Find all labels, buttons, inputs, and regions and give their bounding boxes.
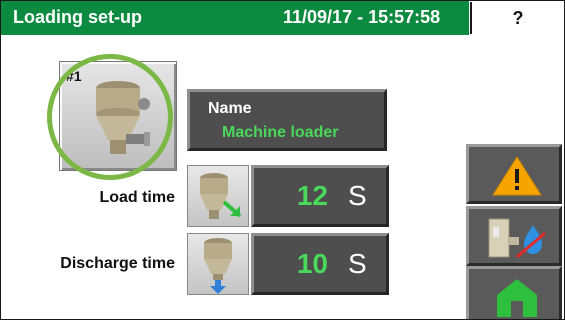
- loading-setup-screen: Loading set-up 11/09/17 - 15:57:58 ? #1 …: [0, 0, 565, 320]
- dryer-no-water-icon: [488, 218, 546, 259]
- home-button[interactable]: [466, 266, 562, 319]
- discharge-time-icon-box: [187, 233, 249, 295]
- header: Loading set-up 11/09/17 - 15:57:58 ?: [1, 1, 564, 35]
- discharge-time-label: Discharge time: [60, 255, 175, 272]
- discharge-time-unit: S: [348, 248, 367, 279]
- page-title: Loading set-up: [13, 7, 142, 27]
- dryer-button[interactable]: [466, 206, 562, 266]
- selection-highlight-ring: [47, 54, 173, 180]
- load-time-label: Load time: [99, 189, 175, 206]
- load-time-field[interactable]: 12 S: [251, 165, 389, 227]
- header-bar: Loading set-up 11/09/17 - 15:57:58: [1, 1, 469, 35]
- discharge-time-value: 10: [296, 248, 328, 279]
- load-hopper-icon: [200, 173, 242, 219]
- alarm-button[interactable]: [466, 144, 562, 204]
- name-field[interactable]: Name Machine loader: [187, 89, 387, 151]
- load-time-value: 12: [296, 180, 328, 211]
- discharge-time-field[interactable]: 10 S: [251, 233, 389, 295]
- warning-icon: [492, 156, 542, 196]
- name-label: Name: [208, 100, 252, 117]
- load-time-icon-box: [187, 165, 249, 227]
- help-button[interactable]: ?: [470, 2, 564, 34]
- discharge-hopper-icon: [204, 238, 232, 294]
- datetime-display: 11/09/17 - 15:57:58: [283, 7, 441, 27]
- name-value: Machine loader: [222, 124, 339, 141]
- home-icon: [497, 279, 537, 317]
- load-time-unit: S: [348, 180, 367, 211]
